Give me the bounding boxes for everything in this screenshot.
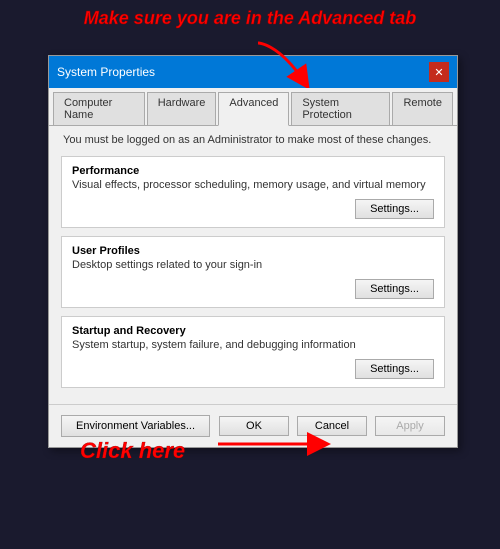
tab-strip: Computer Name Hardware Advanced System P… bbox=[49, 88, 457, 126]
close-button[interactable]: ✕ bbox=[429, 62, 449, 82]
bottom-arrow bbox=[218, 429, 338, 459]
user-profiles-title: User Profiles bbox=[72, 245, 434, 257]
tab-content: You must be logged on as an Administrato… bbox=[49, 126, 457, 404]
tab-advanced[interactable]: Advanced bbox=[218, 92, 289, 126]
tab-remote[interactable]: Remote bbox=[392, 92, 453, 125]
tab-system-protection[interactable]: System Protection bbox=[291, 92, 390, 125]
admin-notice: You must be logged on as an Administrato… bbox=[61, 134, 445, 146]
tab-computer-name[interactable]: Computer Name bbox=[53, 92, 145, 125]
startup-recovery-title: Startup and Recovery bbox=[72, 325, 434, 337]
environment-variables-button[interactable]: Environment Variables... bbox=[61, 415, 210, 437]
startup-recovery-desc: System startup, system failure, and debu… bbox=[72, 339, 434, 351]
top-arrow bbox=[248, 38, 328, 88]
user-profiles-section: User Profiles Desktop settings related t… bbox=[61, 236, 445, 308]
top-annotation: Make sure you are in the Advanced tab bbox=[0, 8, 500, 29]
dialog-title: System Properties bbox=[57, 65, 155, 79]
click-here-annotation: Click here bbox=[80, 438, 185, 464]
apply-button[interactable]: Apply bbox=[375, 416, 445, 436]
performance-section: Performance Visual effects, processor sc… bbox=[61, 156, 445, 228]
tab-hardware[interactable]: Hardware bbox=[147, 92, 217, 125]
performance-title: Performance bbox=[72, 165, 434, 177]
user-profiles-desc: Desktop settings related to your sign-in bbox=[72, 259, 434, 271]
performance-settings-button[interactable]: Settings... bbox=[355, 199, 434, 219]
user-profiles-settings-button[interactable]: Settings... bbox=[355, 279, 434, 299]
startup-recovery-settings-button[interactable]: Settings... bbox=[355, 359, 434, 379]
system-properties-dialog: System Properties ✕ Computer Name Hardwa… bbox=[48, 55, 458, 448]
performance-desc: Visual effects, processor scheduling, me… bbox=[72, 179, 434, 191]
startup-recovery-section: Startup and Recovery System startup, sys… bbox=[61, 316, 445, 388]
